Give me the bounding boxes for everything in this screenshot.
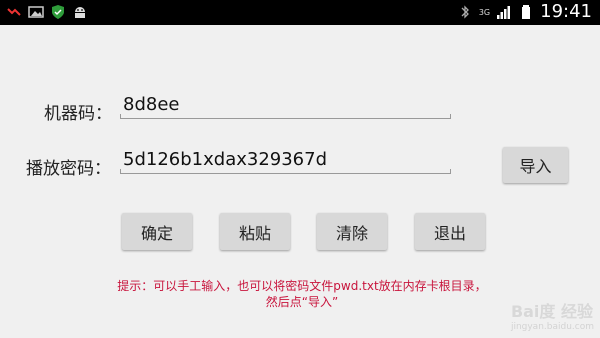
hint-text: 提示：可以手工输入，也可以将密码文件pwd.txt放在内存卡根目录， 然后点“导… (72, 278, 532, 310)
status-bar: 3G 19:41 (0, 0, 600, 25)
clear-button[interactable]: 清除 (317, 213, 387, 250)
machine-code-value: 8d8ee (123, 94, 180, 115)
battery-icon (522, 5, 531, 19)
play-password-value: 5d126b1xdax329367d (123, 149, 328, 170)
baidu-watermark: Bai度 经验 jingyan.baidu.com (511, 298, 594, 332)
play-password-field[interactable]: 5d126b1xdax329367d (120, 149, 451, 174)
play-password-label: 播放密码： (26, 159, 111, 179)
bluetooth-icon (461, 5, 469, 19)
hint-line-1: 提示：可以手工输入，也可以将密码文件pwd.txt放在内存卡根目录， (117, 279, 487, 293)
missed-call-icon (7, 8, 21, 16)
confirm-button[interactable]: 确定 (122, 213, 192, 250)
exit-button[interactable]: 退出 (415, 213, 485, 250)
notification-icons (6, 4, 88, 20)
machine-code-field[interactable]: 8d8ee (120, 94, 451, 119)
clock: 19:41 (540, 1, 592, 22)
paste-button[interactable]: 粘贴 (220, 213, 290, 250)
shield-icon (52, 5, 64, 19)
machine-code-label: 机器码： (44, 104, 112, 124)
image-icon (28, 6, 44, 18)
network-type: 3G (478, 7, 491, 17)
system-icons: 3G 19:41 (457, 2, 592, 22)
hint-line-2: 然后点“导入” (265, 295, 339, 309)
android-icon (75, 7, 85, 18)
import-button[interactable]: 导入 (503, 147, 568, 183)
watermark-brand: Bai度 经验 (510, 302, 593, 321)
watermark-url: jingyan.baidu.com (510, 322, 594, 332)
signal-icon (497, 6, 511, 19)
